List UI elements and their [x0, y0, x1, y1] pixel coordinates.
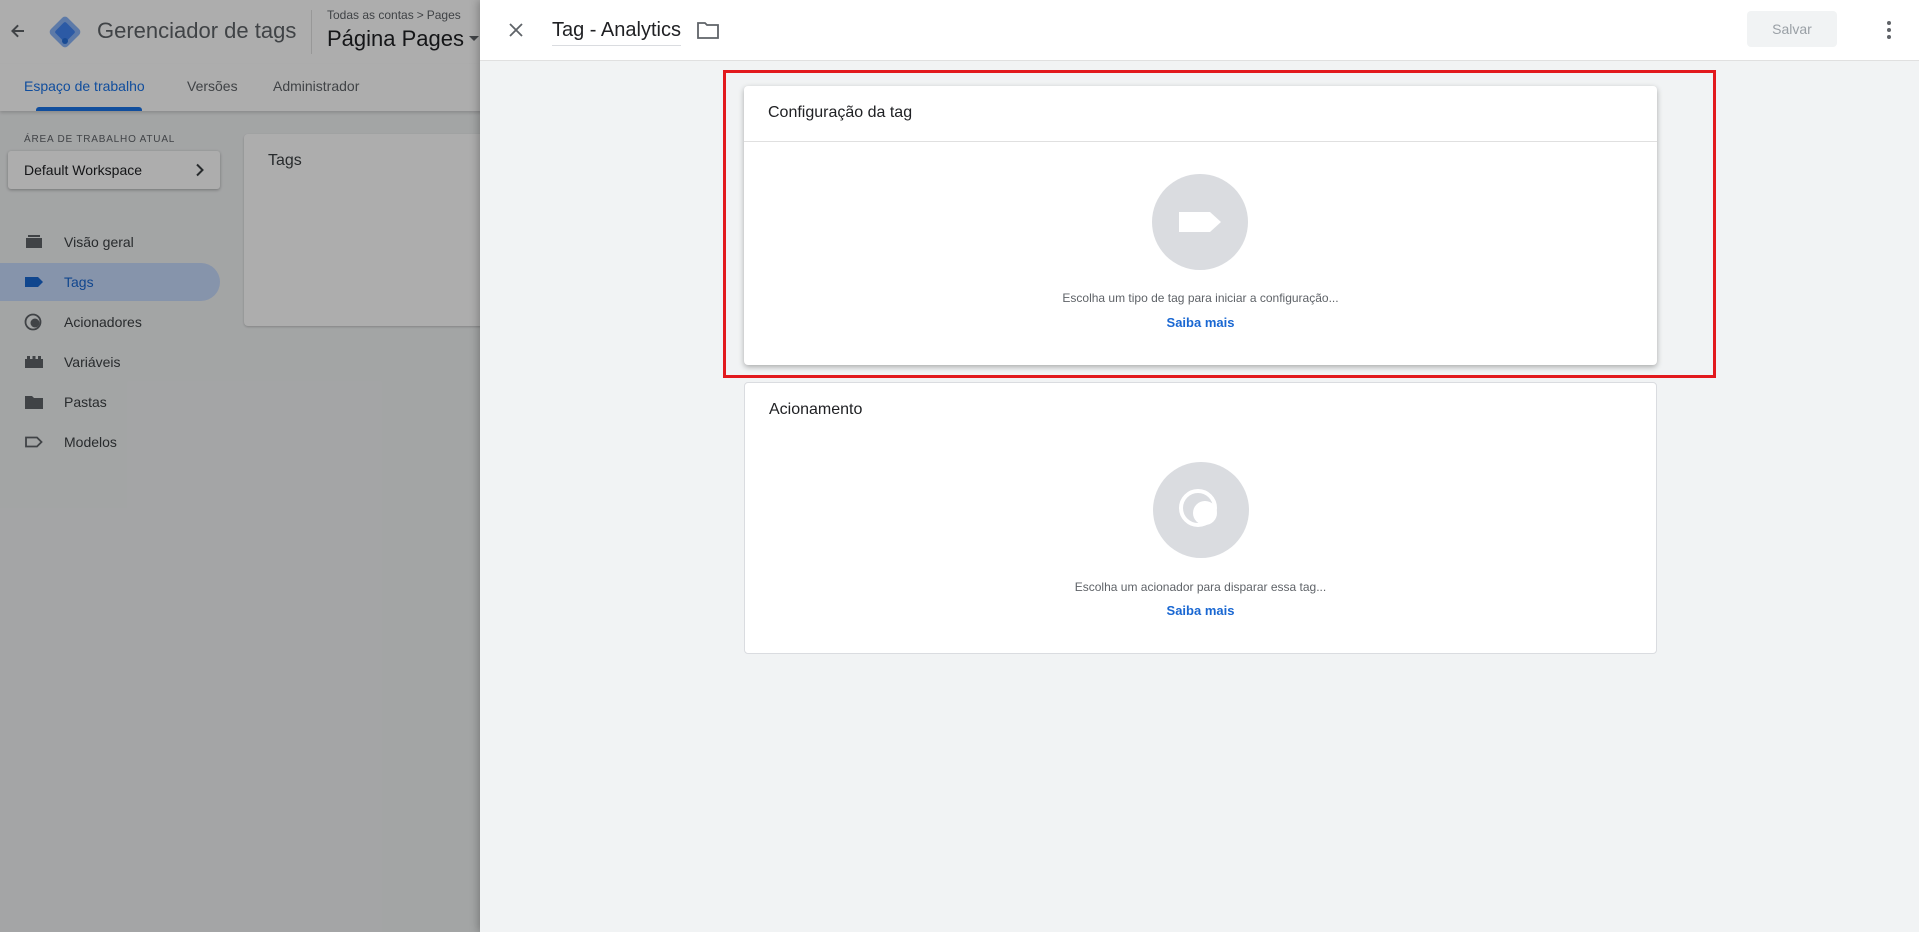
folder-outline-icon[interactable]	[696, 19, 720, 41]
save-button[interactable]: Salvar	[1747, 11, 1837, 47]
trigger-hint: Escolha um acionador para disparar essa …	[1074, 580, 1327, 594]
tag-type-hint: Escolha um tipo de tag para iniciar a co…	[1062, 291, 1339, 305]
learn-more-link[interactable]: Saiba mais	[745, 603, 1656, 618]
tag-type-icon[interactable]	[1152, 174, 1248, 270]
card-title: Configuração da tag	[768, 104, 913, 121]
close-icon[interactable]	[504, 18, 528, 42]
trigger-icon[interactable]	[1153, 462, 1249, 558]
tag-name-field[interactable]: Tag - Analytics	[552, 19, 681, 46]
triggering-card[interactable]: Acionamento Escolha um acionador para di…	[744, 382, 1657, 654]
card-title: Acionamento	[769, 401, 863, 418]
sheet-header: Tag - Analytics Salvar	[480, 0, 1919, 61]
tag-configuration-card[interactable]: Configuração da tag Escolha um tipo de t…	[744, 86, 1657, 365]
tag-editor-sheet: Tag - Analytics Salvar Configuração da t…	[480, 0, 1919, 932]
learn-more-link[interactable]: Saiba mais	[744, 315, 1657, 330]
more-vert-icon[interactable]	[1885, 18, 1893, 42]
card-divider	[744, 141, 1657, 142]
